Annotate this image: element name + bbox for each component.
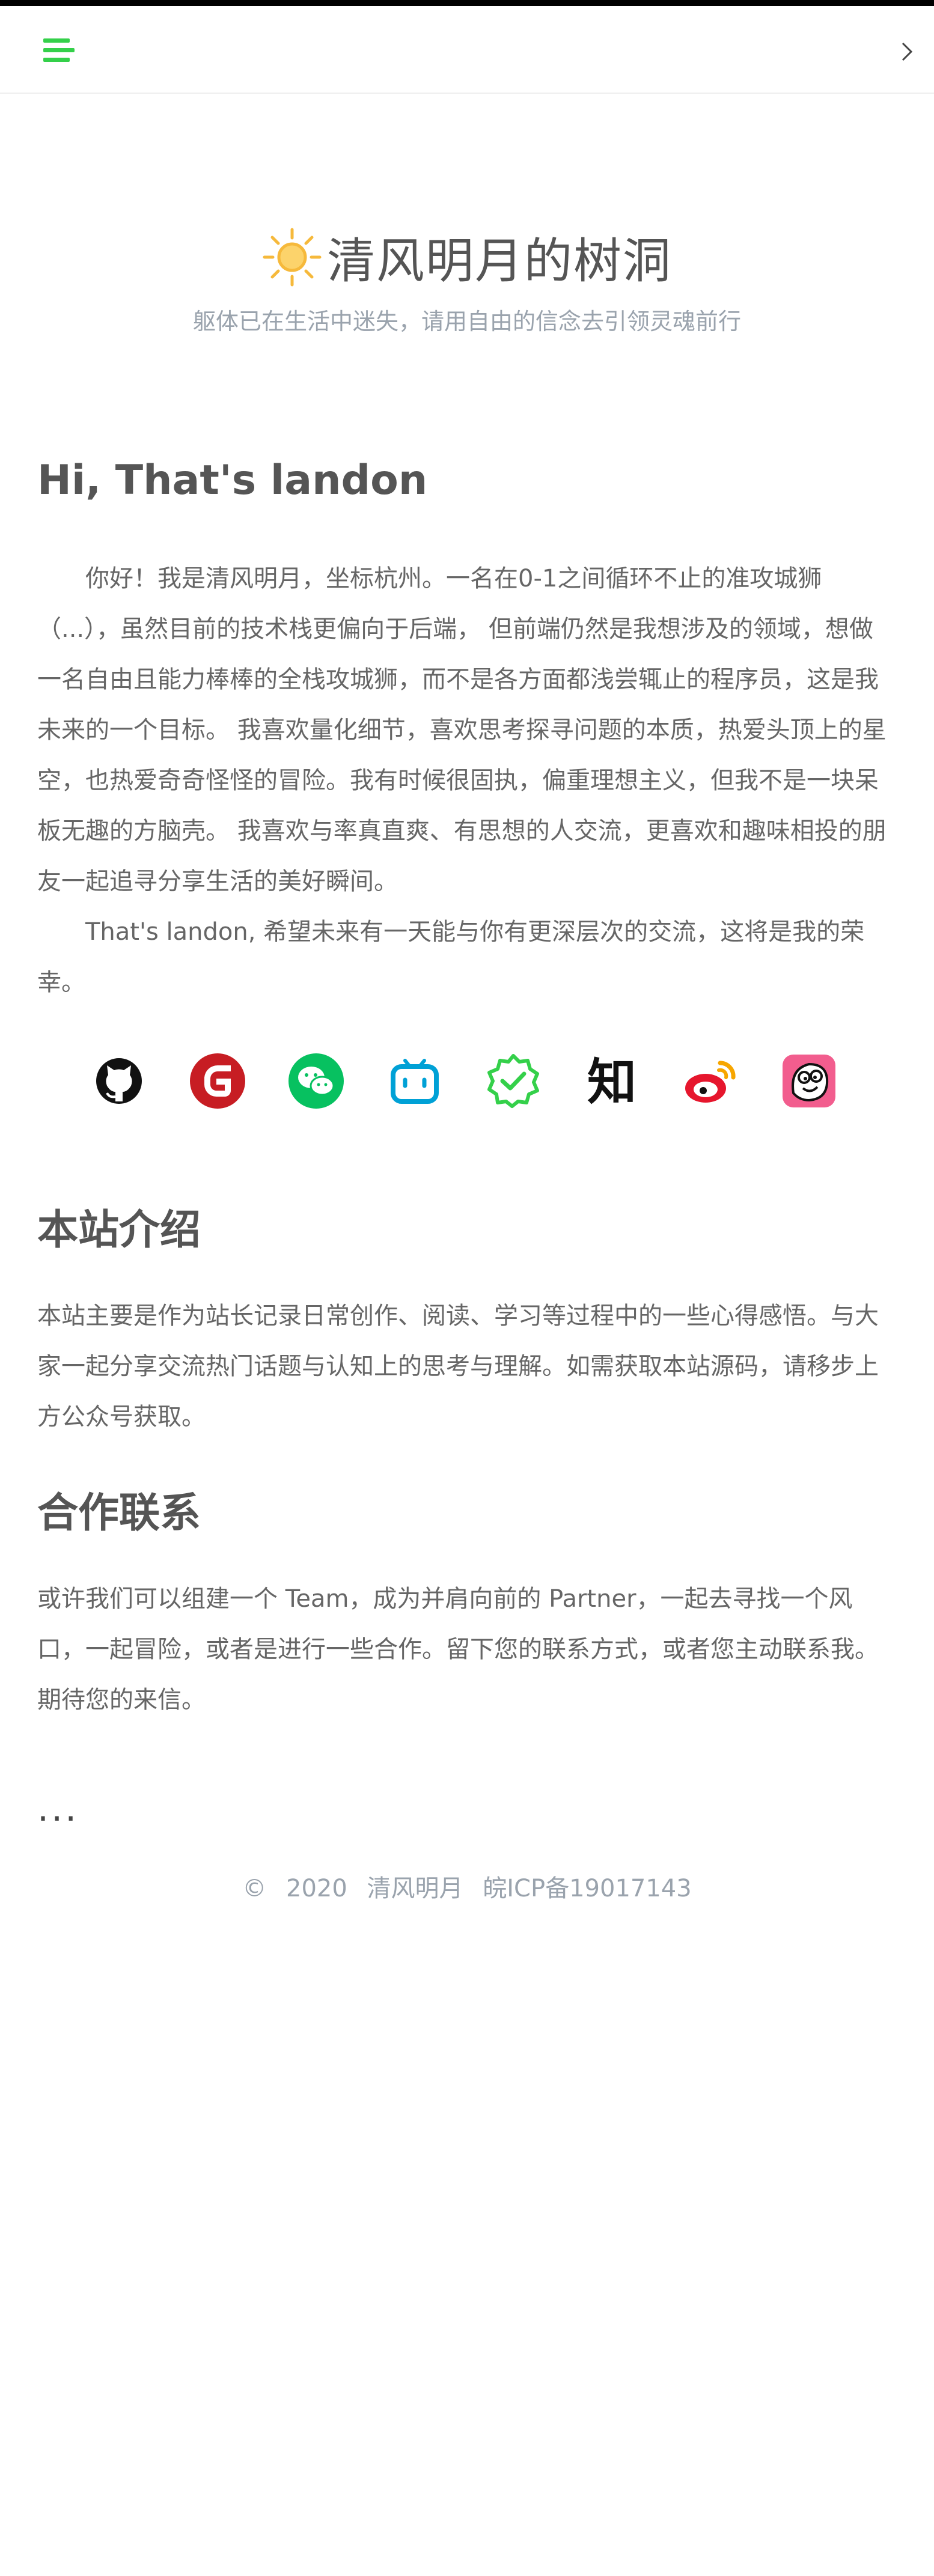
menu-toggle-button[interactable] — [43, 38, 75, 62]
bilibili-link[interactable] — [385, 1051, 445, 1111]
sun-icon — [263, 228, 322, 287]
site-subtitle: 躯体已在生活中迷失，请用自由的信念去引领灵魂前行 — [192, 308, 741, 335]
zhihu-link[interactable]: 知 — [582, 1051, 642, 1111]
weibo-icon — [685, 1061, 736, 1103]
social-links: 知 — [37, 1051, 891, 1111]
next-arrow-button[interactable] — [898, 40, 916, 64]
weibo-link[interactable] — [680, 1051, 740, 1111]
intro-paragraph-closing: That's landon, 希望未来有一天能与你有更深层次的交流，这将是我的荣… — [37, 918, 865, 996]
top-navbar — [0, 6, 934, 94]
icp-link[interactable]: 皖ICP备19017143 — [483, 1875, 691, 1902]
verified-badge-icon — [487, 1054, 539, 1108]
avatar-link[interactable] — [779, 1051, 839, 1111]
top-border — [0, 0, 934, 6]
footer-year: 2020 — [286, 1875, 347, 1902]
intro-heading: Hi, That's landon — [37, 457, 428, 504]
copyright-symbol: © — [242, 1875, 267, 1902]
footer: © 2020 清风明月 皖ICP备19017143 — [0, 1869, 934, 1904]
zhihu-glyph: 知 — [587, 1054, 636, 1111]
gitee-link[interactable] — [188, 1051, 248, 1111]
wechat-link[interactable] — [286, 1051, 346, 1111]
footer-site-name: 清风明月 — [367, 1875, 463, 1902]
bilibili-icon — [391, 1059, 439, 1104]
about-text: 本站主要是作为站长记录日常创作、阅读、学习等过程中的一些心得感悟。与大家一起分享… — [37, 1302, 879, 1431]
more-indicator: ... — [37, 1788, 79, 1830]
intro-paragraph: 你好！我是清风明月，坐标杭州。一名在0-1之间循环不止的准攻城狮（...），虽然… — [37, 565, 887, 895]
zhihu-icon: 知 — [587, 1054, 636, 1111]
github-icon — [96, 1058, 142, 1104]
wechat-icon — [288, 1053, 344, 1109]
site-title-text: 清风明月的树洞 — [327, 233, 672, 289]
avatar-face-icon — [783, 1055, 835, 1107]
site-title: 清风明月的树洞 — [262, 222, 672, 292]
contact-text: 或许我们可以组建一个 Team，成为并肩向前的 Partner，一起去寻找一个风… — [37, 1585, 879, 1714]
github-link[interactable] — [89, 1051, 149, 1111]
chevron-right-icon — [902, 42, 913, 61]
main-content: Hi, That's landon 你好！我是清风明月，坐标杭州。一名在0-1之… — [37, 457, 891, 1725]
hero-section: 清风明月的树洞 躯体已在生活中迷失，请用自由的信念去引领灵魂前行 — [0, 222, 934, 336]
verified-link[interactable] — [483, 1051, 543, 1111]
contact-heading: 合作联系 — [37, 1490, 201, 1537]
about-heading: 本站介绍 — [37, 1207, 201, 1254]
gitee-icon — [190, 1053, 245, 1109]
